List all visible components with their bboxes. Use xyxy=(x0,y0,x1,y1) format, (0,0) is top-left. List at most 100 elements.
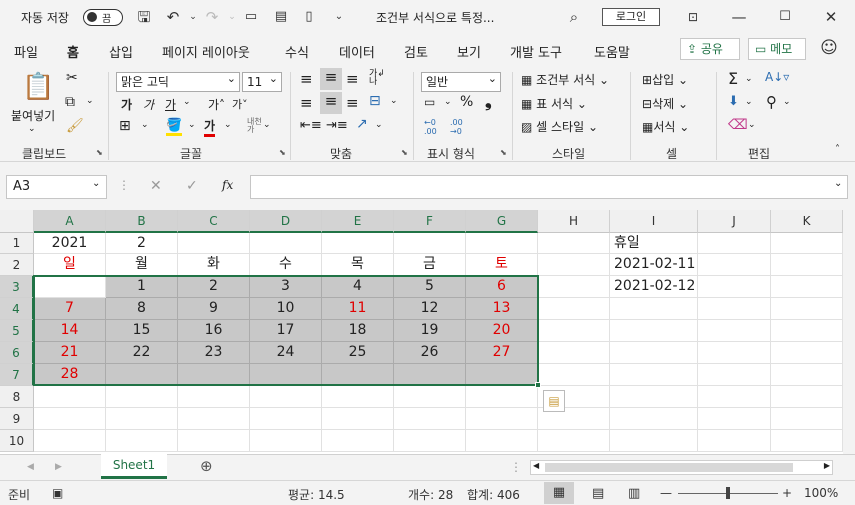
cell-i4[interactable] xyxy=(610,298,698,320)
undo-icon[interactable]: ↶ xyxy=(164,8,182,26)
comma-style-icon[interactable]: ❟ xyxy=(485,92,492,112)
tab-file[interactable]: 파일 xyxy=(14,42,38,61)
column-header-a[interactable]: A xyxy=(34,210,106,233)
share-button[interactable]: ⇪ 공유 xyxy=(680,38,740,60)
cell-b10[interactable] xyxy=(106,430,178,452)
cell-f2[interactable]: 금 xyxy=(394,254,466,276)
redo-icon[interactable]: ↷ xyxy=(203,8,221,26)
fill-dropdown-icon[interactable]: ⌄ xyxy=(188,120,196,130)
row-header-10[interactable]: 10 xyxy=(0,430,34,452)
cell-c4[interactable]: 9 xyxy=(178,298,250,320)
cell-c3[interactable]: 2 xyxy=(178,276,250,298)
copy-icon[interactable]: ⧉ xyxy=(65,94,75,110)
insert-cells-button[interactable]: ⊞삽입 ⌄ xyxy=(642,71,688,88)
fill-icon[interactable]: ⬇ xyxy=(728,94,739,109)
cell-f1[interactable] xyxy=(394,233,466,254)
cancel-entry-icon[interactable]: ✕ xyxy=(150,178,162,194)
cell-a4[interactable]: 7 xyxy=(34,298,106,320)
scroll-thumb[interactable] xyxy=(545,463,793,472)
expand-formula-icon[interactable]: ⌄ xyxy=(834,178,842,189)
zoom-out-icon[interactable]: — xyxy=(660,486,672,500)
cell-e4[interactable]: 11 xyxy=(322,298,394,320)
login-button[interactable]: 로그인 xyxy=(602,8,660,26)
maximize-icon[interactable]: ☐ xyxy=(776,8,794,26)
cell-b9[interactable] xyxy=(106,408,178,430)
cell-k3[interactable] xyxy=(771,276,843,298)
undo-dropdown-icon[interactable]: ⌄ xyxy=(184,8,202,26)
font-size-select[interactable]: 11 xyxy=(242,70,282,92)
fill-handle[interactable] xyxy=(535,382,541,388)
prev-sheet-icon[interactable]: ◀ xyxy=(27,462,34,472)
cell-j10[interactable] xyxy=(698,430,771,452)
increase-decimal-icon[interactable]: ←0.00 xyxy=(424,118,437,136)
cell-j6[interactable] xyxy=(698,342,771,364)
align-middle-icon[interactable]: ≡ xyxy=(320,68,342,90)
cell-g8[interactable] xyxy=(466,386,538,408)
cell-j1[interactable] xyxy=(698,233,771,254)
accounting-format-icon[interactable]: ▭ xyxy=(424,95,435,109)
cell-e10[interactable] xyxy=(322,430,394,452)
font-launcher-icon[interactable]: ⬊ xyxy=(279,148,286,157)
cell-g7[interactable] xyxy=(466,364,538,386)
column-header-i[interactable]: I xyxy=(610,210,698,233)
page-break-view-icon[interactable]: ▥ xyxy=(628,486,640,501)
vertical-scrollbar[interactable] xyxy=(843,210,855,454)
cell-f8[interactable] xyxy=(394,386,466,408)
cell-g2[interactable]: 토 xyxy=(466,254,538,276)
save-icon[interactable]: 🖫 xyxy=(135,8,153,26)
cell-a7[interactable]: 28 xyxy=(34,364,106,386)
column-header-f[interactable]: F xyxy=(394,210,466,233)
merge-center-icon[interactable]: ⊟ xyxy=(369,93,381,109)
tab-developer[interactable]: 개발 도구 xyxy=(510,42,562,61)
underline-icon[interactable]: 가 xyxy=(165,96,176,113)
cell-h5[interactable] xyxy=(538,320,610,342)
cell-e7[interactable] xyxy=(322,364,394,386)
fill-color-icon[interactable]: 🪣 xyxy=(166,118,183,136)
row-header-6[interactable]: 6 xyxy=(0,342,34,364)
conditional-format-button[interactable]: ▦ 조건부 서식 ⌄ xyxy=(521,71,609,88)
row-header-9[interactable]: 9 xyxy=(0,408,34,430)
cell-j7[interactable] xyxy=(698,364,771,386)
tab-help[interactable]: 도움말 xyxy=(594,42,630,61)
select-all-corner[interactable] xyxy=(0,210,34,233)
cell-a10[interactable] xyxy=(34,430,106,452)
cell-k10[interactable] xyxy=(771,430,843,452)
cell-h1[interactable] xyxy=(538,233,610,254)
border-dropdown-icon[interactable]: ⌄ xyxy=(141,120,149,130)
namebox-dropdown-icon[interactable]: ⌄ xyxy=(92,178,100,189)
redo-dropdown-icon[interactable]: ⌄ xyxy=(223,8,241,26)
cell-k2[interactable] xyxy=(771,254,843,276)
smiley-feedback-icon[interactable]: ☺ xyxy=(820,39,838,57)
format-cells-button[interactable]: ▦서식 ⌄ xyxy=(642,118,689,135)
tab-page-layout[interactable]: 페이지 레이아웃 xyxy=(162,42,250,61)
bold-icon[interactable]: 가 xyxy=(121,96,132,113)
alignment-launcher-icon[interactable]: ⬊ xyxy=(401,148,408,157)
clear-icon[interactable]: ⌫ xyxy=(728,117,748,133)
phonetic-icon[interactable]: 내천 가 xyxy=(247,118,262,134)
cell-d5[interactable]: 17 xyxy=(250,320,322,342)
cell-g1[interactable] xyxy=(466,233,538,254)
align-top-icon[interactable]: ≡ xyxy=(300,70,313,88)
cell-c8[interactable] xyxy=(178,386,250,408)
clear-dropdown-icon[interactable]: ⌄ xyxy=(748,120,756,130)
scroll-left-icon[interactable]: ◀ xyxy=(533,461,539,470)
fill-dropdown-icon[interactable]: ⌄ xyxy=(745,97,753,107)
cell-d4[interactable]: 10 xyxy=(250,298,322,320)
cell-b4[interactable]: 8 xyxy=(106,298,178,320)
cell-k7[interactable] xyxy=(771,364,843,386)
wrap-text-icon[interactable]: 가↲ 나 xyxy=(369,70,385,87)
cell-i1[interactable]: 휴일 xyxy=(610,233,698,254)
paste-label[interactable]: 붙여넣기 xyxy=(11,107,55,124)
column-header-h[interactable]: H xyxy=(538,210,610,233)
column-header-g[interactable]: G xyxy=(466,210,538,233)
zoom-slider-thumb[interactable] xyxy=(726,487,730,499)
form-icon[interactable]: ▤ xyxy=(272,8,290,26)
decrease-font-icon[interactable]: 가˅ xyxy=(232,96,248,112)
cell-j8[interactable] xyxy=(698,386,771,408)
cell-b7[interactable] xyxy=(106,364,178,386)
increase-indent-icon[interactable]: ⇥≡ xyxy=(326,118,348,133)
paste-icon[interactable]: 📋 xyxy=(22,72,54,102)
quick-analysis-icon[interactable]: ▤ xyxy=(543,390,565,412)
cell-style-button[interactable]: ▨ 셀 스타일 ⌄ xyxy=(521,118,598,135)
row-header-1[interactable]: 1 xyxy=(0,233,34,254)
